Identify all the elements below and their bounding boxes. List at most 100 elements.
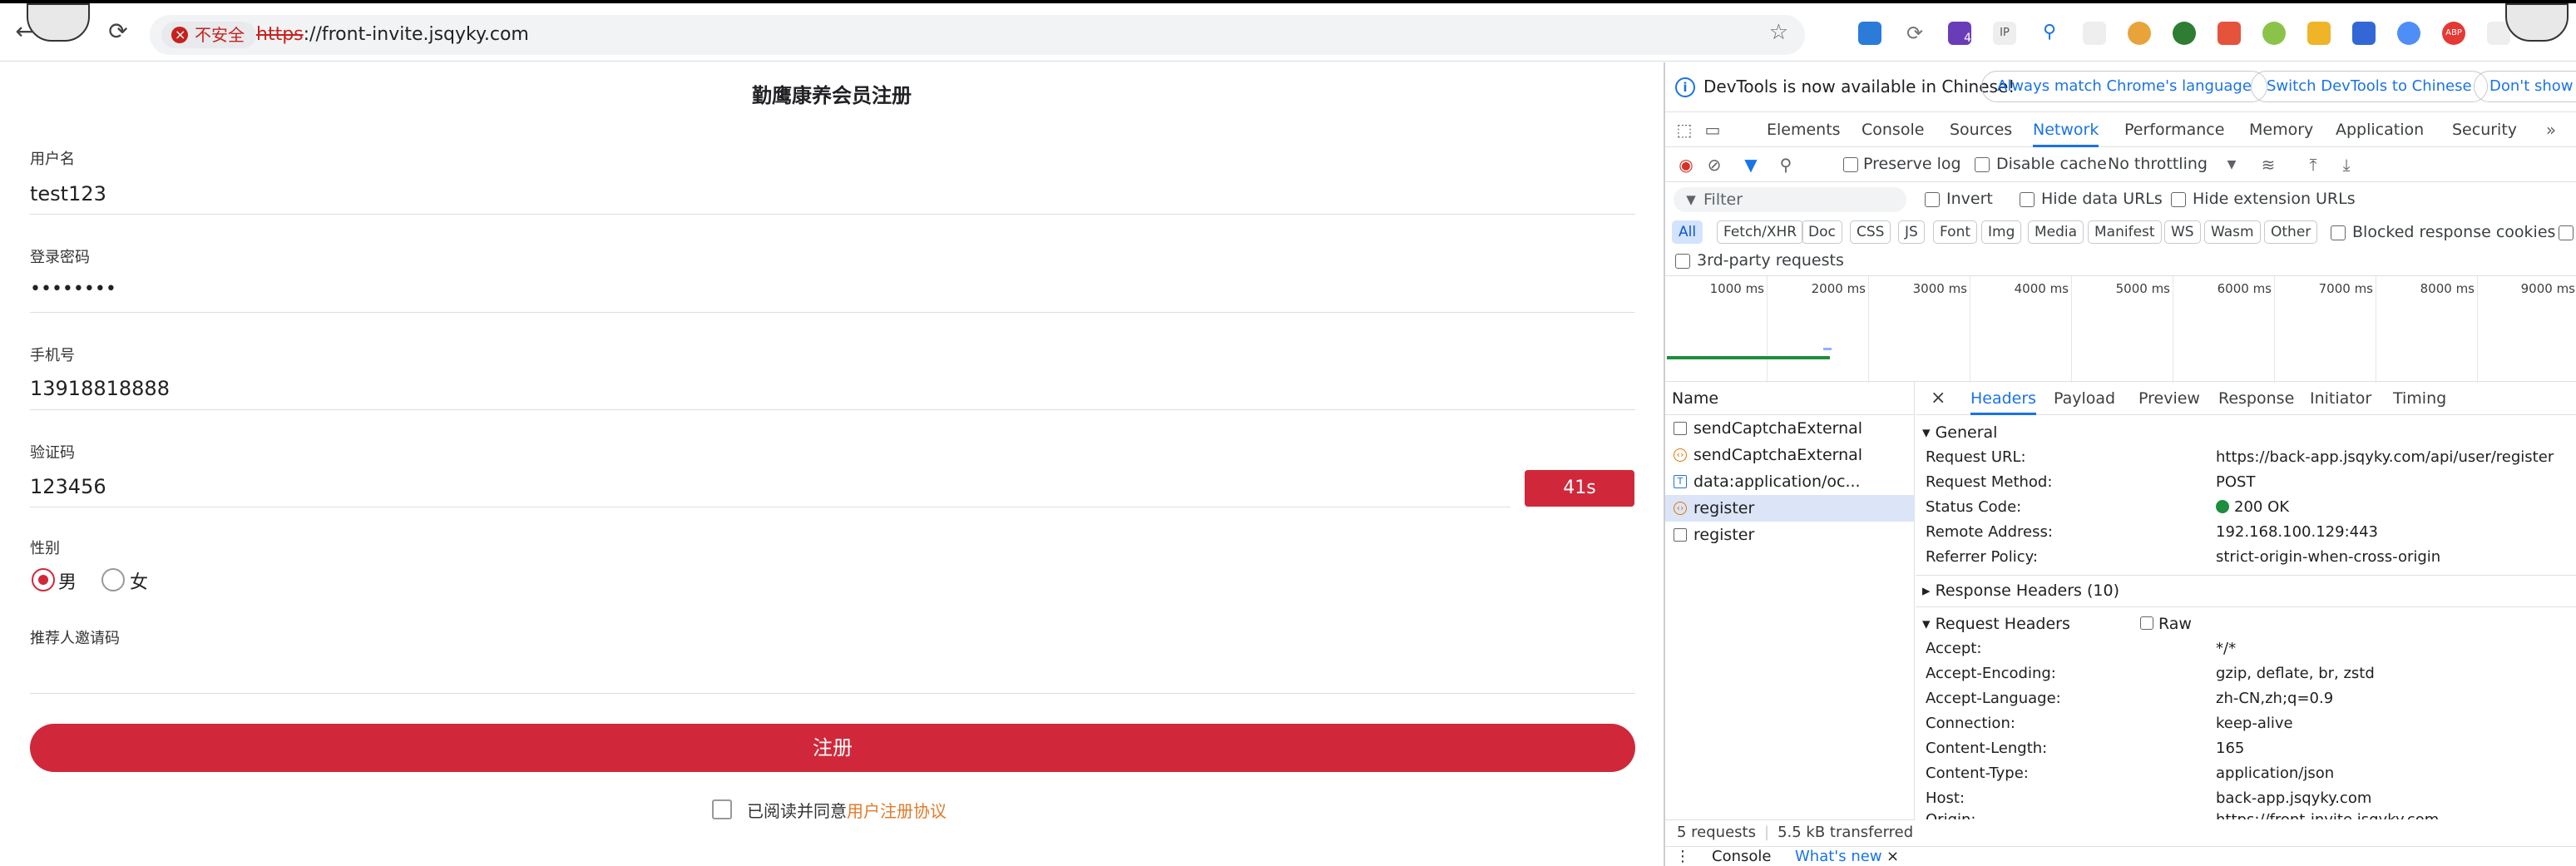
type-ws[interactable]: WS [2164,220,2201,244]
hide-ext-urls-checkbox[interactable] [2171,192,2186,207]
raw-label[interactable]: Raw [2158,615,2192,633]
tab-performance[interactable]: Performance [2124,112,2224,147]
type-fetch-xhr[interactable]: Fetch/XHR [1717,220,1804,244]
request-row-selected[interactable]: ‹› register [1665,495,1915,522]
extension-mail-icon[interactable] [2218,22,2241,45]
hide-data-urls-checkbox[interactable] [2020,192,2035,207]
device-toolbar-icon[interactable]: ▭ [1702,119,1723,141]
extension-v-icon[interactable] [2352,22,2376,45]
switch-chinese-button[interactable]: Switch DevTools to Chinese [2251,71,2488,102]
bookmark-star-icon[interactable]: ☆ [1769,20,1788,45]
import-har-icon[interactable]: ⤒ [2302,154,2324,176]
hide-ext-urls-label[interactable]: Hide extension URLs [2193,190,2356,208]
tab-initiator[interactable]: Initiator [2310,382,2371,415]
captcha-countdown-button[interactable]: 41s [1525,470,1634,507]
type-css[interactable]: CSS [1850,220,1891,244]
request-row[interactable]: register [1665,522,1915,548]
request-row[interactable]: ‹› sendCaptchaExternal [1665,442,1915,468]
match-language-button[interactable]: Always match Chrome's language [1981,71,2267,102]
disable-cache-label[interactable]: Disable cache [1996,155,2107,173]
type-img[interactable]: Img [1981,220,2022,244]
type-wasm[interactable]: Wasm [2204,220,2261,244]
type-manifest[interactable]: Manifest [2088,220,2162,244]
type-all[interactable]: All [1672,220,1703,244]
register-button[interactable]: 注册 [30,724,1635,772]
tab-preview[interactable]: Preview [2138,382,2200,415]
password-input[interactable]: •••••••• [30,279,116,299]
drawer-menu-icon[interactable]: ⋮ [1675,847,1690,866]
blocked-requests-checkbox[interactable] [2559,225,2574,240]
referral-input[interactable] [30,693,1635,694]
disable-cache-checkbox[interactable] [1975,157,1990,172]
filter-funnel-icon[interactable]: ▼ [1740,154,1762,176]
extension-gear-icon[interactable] [2262,22,2286,45]
drawer-tab-console[interactable]: Console [1712,847,1771,866]
user-agreement-link[interactable]: 用户注册协议 [847,801,947,821]
throttling-select[interactable]: No throttling [2108,155,2208,173]
filter-input[interactable]: Filter [1674,187,1906,212]
raw-checkbox[interactable] [2140,616,2153,630]
tab-timing[interactable]: Timing [2393,382,2446,415]
invert-checkbox[interactable] [1925,192,1940,207]
type-media[interactable]: Media [2028,220,2084,244]
extension-green-icon[interactable] [2173,22,2196,45]
extension-puzzle-badge-icon[interactable]: 4 [1948,22,1971,45]
tab-response[interactable]: Response [2218,382,2294,415]
throttling-chevron-down-icon[interactable]: ▼ [2221,154,2242,176]
extension-w-icon[interactable] [1858,22,1881,45]
reload-icon[interactable]: ⟳ [103,17,133,47]
profile-avatar-right[interactable] [2505,3,2569,42]
tab-headers[interactable]: Headers [1970,382,2037,415]
captcha-input[interactable]: 123456 [30,475,106,498]
network-conditions-icon[interactable]: ≋ [2257,154,2279,176]
more-tabs-chevron-icon[interactable]: » [2540,119,2562,141]
drawer-tab-whats-new[interactable]: What's new [1795,847,1882,866]
dont-show-button[interactable]: Don't show again [2474,71,2576,102]
request-headers-section-header[interactable]: ▾ Request Headers [1922,615,2070,633]
preserve-log-label[interactable]: Preserve log [1863,155,1961,173]
gender-male-radio[interactable] [32,568,55,591]
type-js[interactable]: JS [1898,220,1925,244]
clear-icon[interactable]: ⊘ [1703,154,1725,176]
gender-male-label[interactable]: 男 [58,567,77,594]
phone-input[interactable]: 13918818888 [30,377,170,400]
drawer-close-icon[interactable]: × [1886,847,1899,866]
extension-cookie-icon[interactable] [2128,22,2151,45]
tab-payload[interactable]: Payload [2054,382,2115,415]
gender-female-label[interactable]: 女 [130,567,148,594]
preserve-log-checkbox[interactable] [1843,157,1858,172]
type-font[interactable]: Font [1933,220,1978,244]
request-row[interactable]: Tdata:application/oc... [1665,468,1915,495]
third-party-checkbox[interactable] [1675,254,1690,269]
extension-sync-icon[interactable]: ⟳ [1903,22,1926,45]
agree-checkbox[interactable] [712,799,732,819]
network-overview-timeline[interactable]: 1000 ms 2000 ms 3000 ms 4000 ms 5000 ms … [1665,275,2576,383]
hide-data-urls-label[interactable]: Hide data URLs [2041,190,2163,208]
tab-security[interactable]: Security [2452,112,2517,147]
invert-label[interactable]: Invert [1946,190,1993,208]
extension-adblock-icon[interactable]: ABP [2442,22,2465,45]
gender-female-radio[interactable] [101,568,125,591]
username-input[interactable]: test123 [30,182,106,205]
export-har-icon[interactable]: ⤓ [2336,154,2357,176]
third-party-label[interactable]: 3rd-party requests [1697,251,1844,270]
extension-download-icon[interactable] [2307,22,2331,45]
tab-network[interactable]: Network [2033,112,2099,147]
extension-ip-icon[interactable]: IP [1993,22,2016,45]
tab-sources[interactable]: Sources [1950,112,2012,147]
response-headers-section-header[interactable]: ▸ Response Headers (10) [1922,581,2119,600]
inspect-element-icon[interactable]: ⬚ [1674,119,1695,141]
search-icon[interactable]: ⚲ [1775,154,1797,176]
extension-link-icon[interactable] [2083,22,2106,45]
tab-console[interactable]: Console [1862,112,1924,147]
general-section-header[interactable]: ▾ General [1922,423,1997,442]
type-doc[interactable]: Doc [1802,220,1842,244]
tab-memory[interactable]: Memory [2249,112,2313,147]
request-row[interactable]: sendCaptchaExternal [1665,415,1915,442]
not-secure-chip[interactable]: 不安全 [161,22,256,48]
name-column-header[interactable]: Name [1665,382,1915,415]
close-icon[interactable]: × [1931,382,1946,415]
address-bar[interactable]: 不安全 https://front-invite.jsqyky.com ☆ [150,15,1805,55]
tab-elements[interactable]: Elements [1767,112,1841,147]
type-other[interactable]: Other [2264,220,2318,244]
